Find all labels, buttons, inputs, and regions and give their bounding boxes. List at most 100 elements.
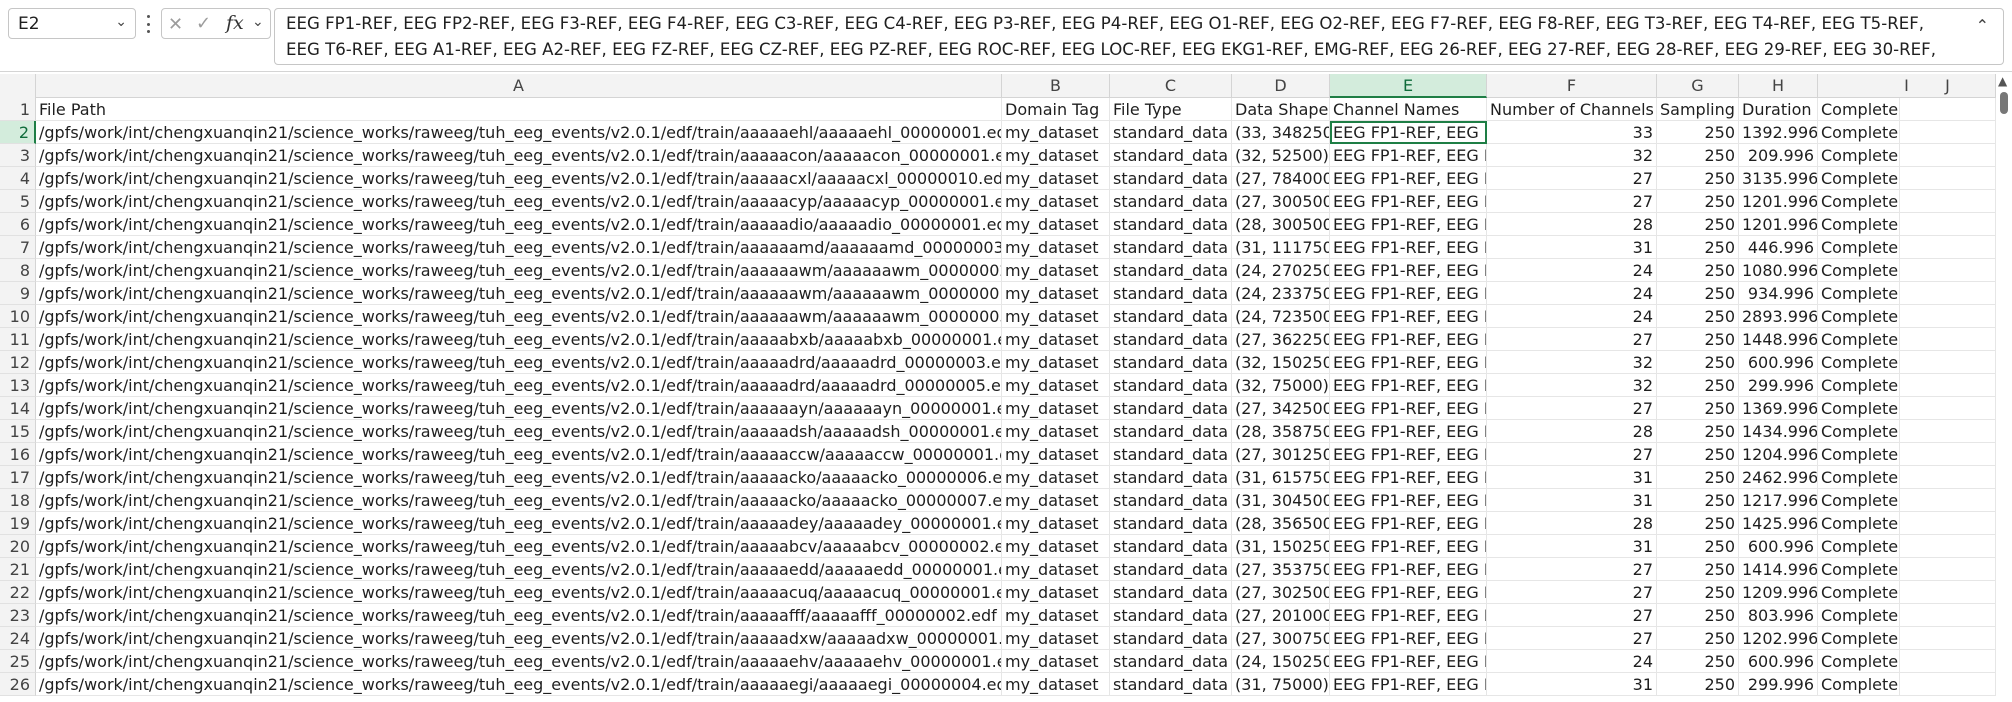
chevron-down-icon[interactable]: ⌄ [252, 14, 264, 30]
cell-empty[interactable] [1900, 121, 1996, 144]
cell-data-shape[interactable]: (31, 615750) [1232, 466, 1330, 489]
cell-data-shape[interactable]: (24, 723500) [1232, 305, 1330, 328]
cell-channel-names[interactable]: EEG FP1-REF, EEG F [1330, 236, 1487, 259]
cell-file-path[interactable]: /gpfs/work/int/chengxuanqin21/science_wo… [36, 604, 1002, 627]
cell-domain-tag[interactable]: my_dataset [1002, 420, 1110, 443]
cell-sampling[interactable]: 250 [1657, 581, 1739, 604]
cell-file-type[interactable]: standard_data [1110, 581, 1232, 604]
cell-file-path[interactable]: /gpfs/work/int/chengxuanqin21/science_wo… [36, 190, 1002, 213]
cell-duration[interactable]: 1204.996 [1739, 443, 1818, 466]
row-header[interactable]: 3 [0, 144, 36, 167]
cell-number-of-channels[interactable]: 28 [1487, 420, 1657, 443]
cell-duration[interactable]: 803.996 [1739, 604, 1818, 627]
cell-data-shape[interactable]: (27, 300750) [1232, 627, 1330, 650]
cell-file-path[interactable]: /gpfs/work/int/chengxuanqin21/science_wo… [36, 121, 1002, 144]
column-header-g[interactable]: G [1657, 74, 1739, 98]
cell-file-type[interactable]: standard_data [1110, 466, 1232, 489]
cell-sampling[interactable]: 250 [1657, 282, 1739, 305]
cell-file-type[interactable]: standard_data [1110, 328, 1232, 351]
cell-duration[interactable]: 209.996 [1739, 144, 1818, 167]
cell-file-path[interactable]: /gpfs/work/int/chengxuanqin21/science_wo… [36, 512, 1002, 535]
header-cell-channel-names[interactable]: Channel Names [1330, 98, 1487, 121]
cell-empty[interactable] [1900, 489, 1996, 512]
cell-file-type[interactable]: standard_data [1110, 167, 1232, 190]
cell-duration[interactable]: 600.996 [1739, 535, 1818, 558]
cell-completeness-check[interactable]: Completed [1818, 673, 1900, 696]
cell-number-of-channels[interactable]: 27 [1487, 190, 1657, 213]
cell-empty[interactable] [1900, 351, 1996, 374]
collapse-formula-icon[interactable]: ⌃ [1976, 13, 1989, 39]
cell-file-path[interactable]: /gpfs/work/int/chengxuanqin21/science_wo… [36, 466, 1002, 489]
cell-number-of-channels[interactable]: 32 [1487, 144, 1657, 167]
cell-completeness-check[interactable]: Completed [1818, 144, 1900, 167]
cell-domain-tag[interactable]: my_dataset [1002, 397, 1110, 420]
cell-data-shape[interactable]: (28, 358750) [1232, 420, 1330, 443]
cell-file-type[interactable]: standard_data [1110, 673, 1232, 696]
cell-file-path[interactable]: /gpfs/work/int/chengxuanqin21/science_wo… [36, 627, 1002, 650]
cell-empty[interactable] [1900, 650, 1996, 673]
cell-channel-names[interactable]: EEG FP1-REF, EEG F [1330, 282, 1487, 305]
cell-data-shape[interactable]: (27, 342500) [1232, 397, 1330, 420]
cell-empty[interactable] [1900, 466, 1996, 489]
cell-empty[interactable] [1900, 581, 1996, 604]
cell-file-path[interactable]: /gpfs/work/int/chengxuanqin21/science_wo… [36, 144, 1002, 167]
cell-channel-names[interactable]: EEG FP1-REF, EEG F [1330, 512, 1487, 535]
column-header-h[interactable]: H [1739, 74, 1818, 98]
cell-number-of-channels[interactable]: 24 [1487, 282, 1657, 305]
cell-duration[interactable]: 2462.996 [1739, 466, 1818, 489]
cell-duration[interactable]: 934.996 [1739, 282, 1818, 305]
cell-sampling[interactable]: 250 [1657, 420, 1739, 443]
cell-duration[interactable]: 1434.996 [1739, 420, 1818, 443]
row-header[interactable]: 15 [0, 420, 36, 443]
header-cell-domain-tag[interactable]: Domain Tag [1002, 98, 1110, 121]
cell-empty[interactable] [1900, 535, 1996, 558]
column-header-a[interactable]: A [36, 74, 1002, 98]
cell-empty[interactable] [1900, 673, 1996, 696]
cell-completeness-check[interactable]: Completed [1818, 213, 1900, 236]
row-header[interactable]: 25 [0, 650, 36, 673]
cell-number-of-channels[interactable]: 27 [1487, 328, 1657, 351]
cell-file-type[interactable]: standard_data [1110, 604, 1232, 627]
cell-duration[interactable]: 1201.996 [1739, 213, 1818, 236]
header-cell-file-type[interactable]: File Type [1110, 98, 1232, 121]
cell-file-path[interactable]: /gpfs/work/int/chengxuanqin21/science_wo… [36, 581, 1002, 604]
cell-file-type[interactable]: standard_data [1110, 420, 1232, 443]
cell-empty[interactable] [1900, 397, 1996, 420]
cell-data-shape[interactable]: (31, 304500) [1232, 489, 1330, 512]
cell-sampling[interactable]: 250 [1657, 259, 1739, 282]
cell-domain-tag[interactable]: my_dataset [1002, 673, 1110, 696]
check-icon[interactable]: ✓ [196, 13, 211, 34]
cell-completeness-check[interactable]: Completed [1818, 604, 1900, 627]
cell-sampling[interactable]: 250 [1657, 328, 1739, 351]
cell-file-type[interactable]: standard_data [1110, 650, 1232, 673]
cell-empty[interactable] [1900, 98, 1996, 121]
row-header[interactable]: 21 [0, 558, 36, 581]
cell-domain-tag[interactable]: my_dataset [1002, 144, 1110, 167]
cell-empty[interactable] [1900, 282, 1996, 305]
cell-domain-tag[interactable]: my_dataset [1002, 650, 1110, 673]
cell-file-type[interactable]: standard_data [1110, 351, 1232, 374]
select-all-corner[interactable] [0, 74, 36, 98]
row-header[interactable]: 1 [0, 98, 36, 121]
row-header[interactable]: 17 [0, 466, 36, 489]
cell-domain-tag[interactable]: my_dataset [1002, 489, 1110, 512]
cell-domain-tag[interactable]: my_dataset [1002, 351, 1110, 374]
cell-duration[interactable]: 1209.996 [1739, 581, 1818, 604]
cell-file-type[interactable]: standard_data [1110, 305, 1232, 328]
cell-sampling[interactable]: 250 [1657, 167, 1739, 190]
row-header[interactable]: 22 [0, 581, 36, 604]
cell-number-of-channels[interactable]: 24 [1487, 650, 1657, 673]
cell-number-of-channels[interactable]: 27 [1487, 627, 1657, 650]
cell-file-type[interactable]: standard_data [1110, 190, 1232, 213]
header-cell-data-shape[interactable]: Data Shape [1232, 98, 1330, 121]
cell-file-type[interactable]: standard_data [1110, 236, 1232, 259]
cell-domain-tag[interactable]: my_dataset [1002, 328, 1110, 351]
cell-sampling[interactable]: 250 [1657, 627, 1739, 650]
cancel-icon[interactable]: ✕ [168, 14, 183, 35]
cell-duration[interactable]: 1217.996 [1739, 489, 1818, 512]
cell-empty[interactable] [1900, 374, 1996, 397]
chevron-down-icon[interactable]: ⌄ [115, 14, 127, 30]
column-header-e[interactable]: E [1330, 74, 1487, 98]
cell-data-shape[interactable]: (31, 111750) [1232, 236, 1330, 259]
row-header[interactable]: 7 [0, 236, 36, 259]
